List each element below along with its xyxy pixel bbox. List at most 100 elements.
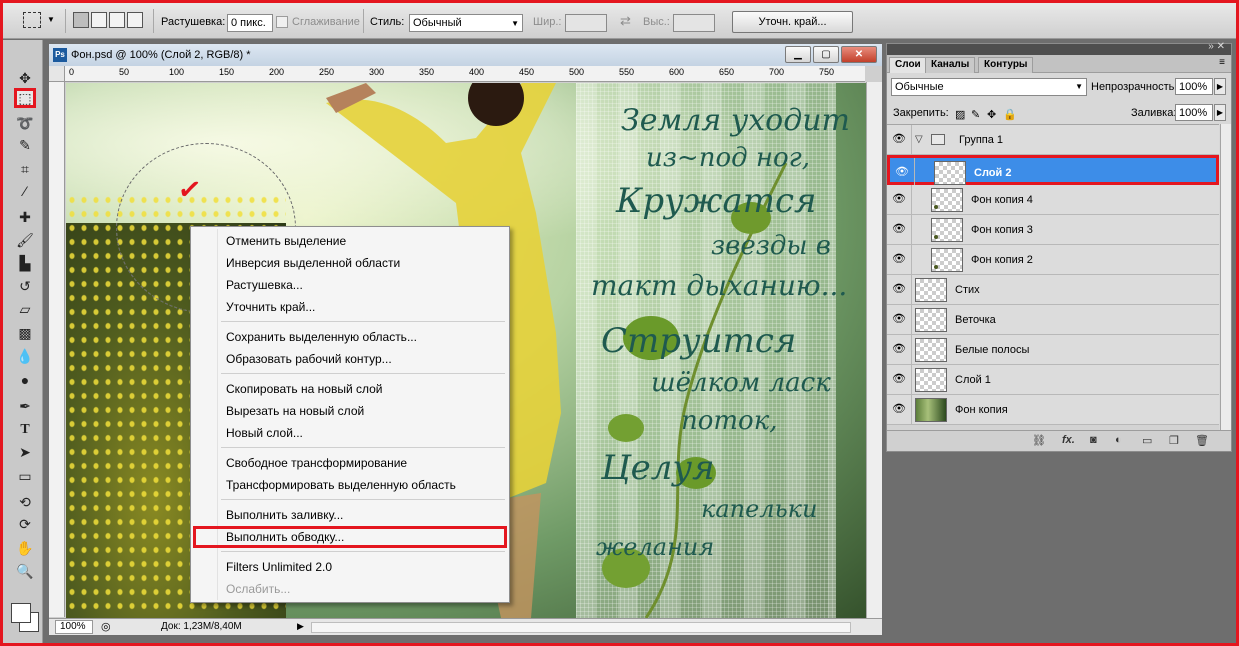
close-button[interactable]: ✕ [841,46,877,63]
3d-rotate-tool-icon[interactable]: ⟲ [14,492,36,512]
eye-icon[interactable]: 👁 [891,192,907,206]
context-menu-item[interactable]: Образовать рабочий контур... [193,348,507,370]
tab-paths[interactable]: Контуры [978,57,1034,73]
eye-icon[interactable]: 👁 [891,252,907,266]
context-menu-item[interactable]: Растушевка... [193,274,507,296]
brush-tool-icon[interactable]: 🖌 [14,230,36,250]
gradient-tool-icon[interactable]: ▩ [14,323,36,343]
fill-arrow-icon[interactable]: ▶ [1214,104,1226,121]
feather-input[interactable]: 0 пикс. [227,14,273,32]
status-menu-icon[interactable]: ◎ [101,620,111,633]
mask-icon[interactable]: ◙ [1090,434,1097,446]
context-menu-item[interactable]: Вырезать на новый слой [193,400,507,422]
context-menu-item[interactable]: Сохранить выделенную область... [193,326,507,348]
trash-icon[interactable]: 🗑 [1195,434,1209,447]
context-menu-item[interactable]: Уточнить край... [193,296,507,318]
layer-row[interactable]: 👁 Слой 1 [887,365,1219,395]
folder-icon[interactable]: ▭ [1142,434,1152,447]
width-input[interactable] [565,14,607,32]
vertical-ruler[interactable] [49,82,65,617]
swap-icon[interactable]: ⇄ [620,13,631,29]
panel-menu-icon[interactable]: ≡ [1219,57,1225,68]
blur-tool-icon[interactable]: 💧 [14,346,36,366]
blend-mode-select[interactable]: Обычные ▼ [891,78,1087,96]
add-selection-icon[interactable] [91,12,107,28]
panel-header-strip[interactable]: » ✕ [887,41,1231,55]
layer-row[interactable]: 👁 Слой 2 [887,155,1219,188]
lock-transparency-icon[interactable]: ▨ [955,108,965,121]
new-selection-icon[interactable] [73,12,89,28]
crop-tool-icon[interactable]: ⌗ [14,159,36,179]
layer-row[interactable]: 👁 Белые полосы [887,335,1219,365]
context-menu-item[interactable]: Выполнить заливку... [193,504,507,526]
foreground-color-swatch[interactable] [11,603,31,623]
horizontal-scrollbar[interactable] [311,622,851,633]
layer-row[interactable]: 👁 Стих [887,275,1219,305]
opacity-arrow-icon[interactable]: ▶ [1214,78,1226,95]
rect-marquee-tool-icon[interactable]: ⬚ [14,88,36,108]
chevron-down-icon[interactable]: ▼ [47,15,55,24]
hand-tool-icon[interactable]: ✋ [14,538,36,558]
eye-icon[interactable]: 👁 [891,402,907,416]
horizontal-ruler[interactable]: 0 50 100 150 200 250 300 350 400 450 500 550 600 650 7… [65,66,865,82]
minimize-button[interactable]: ▁ [785,46,811,63]
zoom-input[interactable]: 100% [55,620,93,634]
tab-channels[interactable]: Каналы [925,57,976,73]
opacity-input[interactable]: 100% [1175,78,1213,95]
context-menu-item[interactable]: Отменить выделение [193,230,507,252]
move-tool-icon[interactable]: ✥ [14,68,36,88]
layer-row[interactable]: 👁 Веточка [887,305,1219,335]
eraser-tool-icon[interactable]: ▱ [14,299,36,319]
3d-orbit-tool-icon[interactable]: ⟳ [14,514,36,534]
stamp-tool-icon[interactable]: ▙ [14,253,36,273]
intersect-selection-icon[interactable] [127,12,143,28]
maximize-button[interactable]: ▢ [813,46,839,63]
layer-row[interactable]: 👁 Фон копия [887,395,1219,425]
height-input[interactable] [673,14,715,32]
layer-row[interactable]: 👁 ▽ Группа 1 [887,125,1219,155]
quick-select-tool-icon[interactable]: ✎ [14,135,36,155]
lock-pixels-icon[interactable]: ✎ [971,108,980,121]
tab-layers[interactable]: Слои [889,57,927,73]
context-menu-item[interactable]: Инверсия выделенной области [193,252,507,274]
subtract-selection-icon[interactable] [109,12,125,28]
context-menu-item[interactable]: Трансформировать выделенную область [193,474,507,496]
shape-tool-icon[interactable]: ▭ [14,466,36,486]
eye-icon[interactable]: 👁 [894,165,910,179]
pen-tool-icon[interactable]: ✒ [14,396,36,416]
fill-input[interactable]: 100% [1175,104,1213,121]
context-menu-item[interactable]: Filters Unlimited 2.0 [193,556,507,578]
eye-icon[interactable]: 👁 [891,312,907,326]
healing-tool-icon[interactable]: ✚ [14,207,36,227]
document-title-bar[interactable]: Ps Фон.psd @ 100% (Слой 2, RGB/8) * ▁ ▢ … [49,44,882,66]
eye-icon[interactable]: 👁 [891,132,907,146]
layer-row[interactable]: 👁 Фон копия 2 [887,245,1219,275]
marquee-preset-icon[interactable] [23,12,41,28]
adjustment-icon[interactable]: ◐ [1115,434,1122,446]
lasso-tool-icon[interactable]: ➰ [14,113,36,133]
refine-edge-button[interactable]: Уточн. край... [732,11,853,33]
eye-icon[interactable]: 👁 [891,372,907,386]
vertical-scrollbar[interactable] [866,82,882,618]
eye-icon[interactable]: 👁 [891,222,907,236]
path-select-tool-icon[interactable]: ➤ [14,442,36,462]
style-select[interactable]: Обычный ▼ [409,14,523,32]
ruler-origin[interactable] [49,66,65,82]
context-menu-item[interactable]: Свободное трансформирование [193,452,507,474]
type-tool-icon[interactable]: T [14,420,36,440]
eye-icon[interactable]: 👁 [891,282,907,296]
fx-icon[interactable]: fx. [1062,434,1075,446]
eyedropper-tool-icon[interactable]: ⁄ [14,181,36,201]
collapse-icon[interactable]: » ✕ [1208,41,1225,52]
zoom-tool-icon[interactable]: 🔍 [14,561,36,581]
history-brush-icon[interactable]: ↺ [14,276,36,296]
layers-scrollbar[interactable] [1220,124,1231,430]
lock-position-icon[interactable]: ✥ [987,108,996,121]
layer-row[interactable]: 👁 Фон копия 3 [887,215,1219,245]
eye-icon[interactable]: 👁 [891,342,907,356]
link-icon[interactable]: ⛓ [1032,434,1046,447]
expand-triangle-icon[interactable]: ▽ [915,134,923,145]
context-menu-item[interactable]: Новый слой... [193,422,507,444]
lock-all-icon[interactable]: 🔒 [1003,108,1017,121]
context-menu-item[interactable]: Скопировать на новый слой [193,378,507,400]
